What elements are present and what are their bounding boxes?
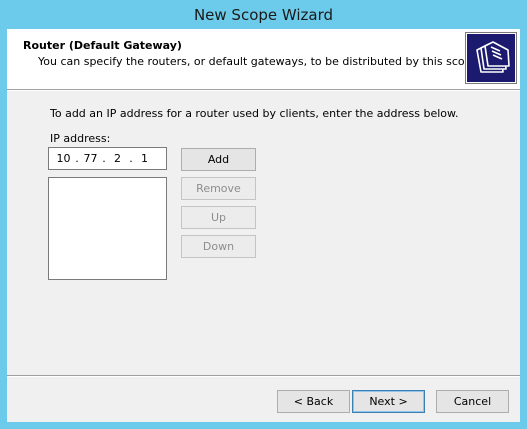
wizard-folders-icon — [465, 32, 517, 84]
footer-separator — [7, 375, 520, 377]
window-title: New Scope Wizard — [193, 5, 334, 24]
wizard-header: Router (Default Gateway) You can specify… — [7, 29, 520, 89]
wizard-client-area: Router (Default Gateway) You can specify… — [7, 29, 520, 422]
back-button[interactable]: < Back — [277, 390, 350, 413]
wizard-window: New Scope Wizard Router (Default Gateway… — [0, 0, 527, 429]
cancel-button[interactable]: Cancel — [436, 390, 509, 413]
page-title: Router (Default Gateway) — [23, 39, 182, 52]
instruction-text: To add an IP address for a router used b… — [50, 107, 459, 120]
ip-octet-3[interactable]: 2 — [108, 152, 127, 165]
router-address-list[interactable] — [48, 177, 167, 280]
ip-address-label: IP address: — [50, 132, 111, 145]
next-button[interactable]: Next > — [352, 390, 425, 413]
down-button[interactable]: Down — [181, 235, 256, 258]
header-separator — [7, 89, 520, 91]
ip-octet-2[interactable]: 77 — [81, 152, 100, 165]
add-button[interactable]: Add — [181, 148, 256, 171]
ip-octet-4[interactable]: 1 — [135, 152, 154, 165]
ip-address-input[interactable]: 10 . 77 . 2 . 1 — [48, 147, 167, 170]
ip-dot: . — [102, 152, 106, 165]
ip-dot: . — [129, 152, 133, 165]
up-button[interactable]: Up — [181, 206, 256, 229]
title-bar[interactable]: New Scope Wizard — [0, 0, 527, 29]
page-subtitle: You can specify the routers, or default … — [38, 55, 482, 68]
folders-graphic — [476, 41, 510, 73]
remove-button[interactable]: Remove — [181, 177, 256, 200]
ip-octet-1[interactable]: 10 — [54, 152, 73, 165]
ip-dot: . — [75, 152, 79, 165]
